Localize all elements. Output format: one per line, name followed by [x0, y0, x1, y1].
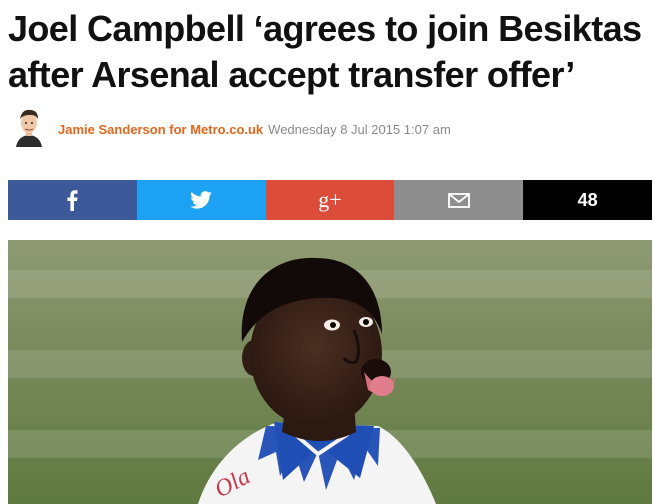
share-bar: g+ 48 [8, 180, 652, 220]
share-count: 48 [523, 180, 652, 220]
author-avatar[interactable] [14, 105, 44, 147]
article-page: Joel Campbell ‘agrees to join Besiktas a… [0, 0, 653, 504]
googleplus-share-button[interactable]: g+ [265, 180, 395, 220]
facebook-share-button[interactable] [8, 180, 137, 220]
twitter-icon [190, 191, 212, 209]
facebook-icon [67, 190, 78, 211]
twitter-share-button[interactable] [136, 180, 266, 220]
byline: Jamie Sanderson for Metro.co.uk Wednesda… [14, 104, 451, 148]
article-headline: Joel Campbell ‘agrees to join Besiktas a… [8, 8, 642, 95]
envelope-icon [447, 192, 470, 208]
publish-date: Wednesday 8 Jul 2015 1:07 am [268, 121, 451, 137]
email-share-button[interactable] [394, 180, 524, 220]
author-link[interactable]: Jamie Sanderson for Metro.co.uk [58, 122, 263, 137]
article-photo: Ola [8, 240, 652, 504]
googleplus-icon: g+ [318, 187, 342, 212]
